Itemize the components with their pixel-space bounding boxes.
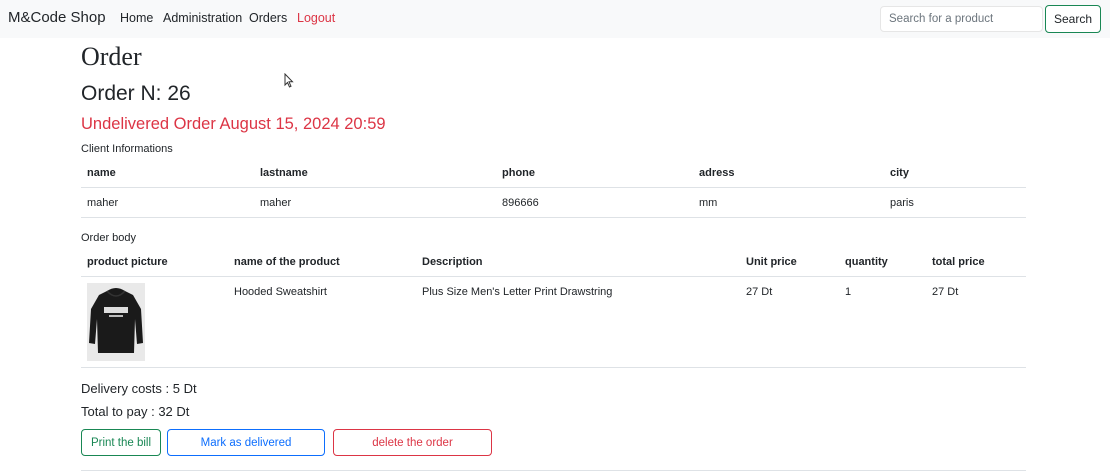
- client-header-lastname: lastname: [260, 167, 308, 179]
- delivery-costs: Delivery costs : 5 Dt: [81, 381, 197, 396]
- order-number: Order N: 26: [81, 82, 191, 105]
- order-status: Undelivered Order August 15, 2024 20:59: [81, 115, 386, 133]
- order-header-description: Description: [422, 256, 483, 268]
- table-divider: [81, 217, 1026, 218]
- product-unit-price: 27 Dt: [746, 286, 773, 298]
- delete-order-button[interactable]: delete the order: [333, 429, 492, 456]
- client-lastname: maher: [260, 197, 292, 209]
- mouse-cursor-icon: [284, 73, 294, 88]
- order-header-unit-price: Unit price: [746, 256, 797, 268]
- table-divider: [81, 367, 1026, 368]
- client-header-adress: adress: [699, 167, 735, 179]
- nav-home[interactable]: Home: [120, 11, 153, 25]
- brand-logo[interactable]: M&Code Shop: [8, 9, 106, 26]
- product-description: Plus Size Men's Letter Print Drawstring: [422, 286, 613, 298]
- client-header-name: name: [87, 167, 116, 179]
- search-button[interactable]: Search: [1045, 5, 1101, 33]
- table-divider: [81, 187, 1026, 188]
- client-name: maher: [87, 197, 119, 209]
- search-input[interactable]: [880, 6, 1043, 32]
- order-header-quantity: quantity: [845, 256, 888, 268]
- page-title: Order: [81, 42, 142, 71]
- nav-logout[interactable]: Logout: [297, 11, 335, 25]
- client-phone: 896666: [502, 197, 539, 209]
- product-quantity: 1: [845, 286, 852, 298]
- navbar: M&Code Shop Home Administration Orders L…: [0, 0, 1110, 38]
- product-name: Hooded Sweatshirt: [234, 286, 327, 298]
- client-adress: mm: [699, 197, 718, 209]
- client-header-phone: phone: [502, 167, 535, 179]
- client-info-label: Client Informations: [81, 143, 173, 155]
- nav-orders[interactable]: Orders: [249, 11, 287, 25]
- print-bill-button[interactable]: Print the bill: [81, 429, 161, 456]
- order-body-label: Order body: [81, 232, 137, 244]
- order-header-product-name: name of the product: [234, 256, 340, 268]
- table-divider: [81, 276, 1026, 277]
- order-header-picture: product picture: [87, 256, 168, 268]
- order-header-total-price: total price: [932, 256, 985, 268]
- product-image: [87, 283, 145, 361]
- mark-delivered-button[interactable]: Mark as delivered: [167, 429, 325, 456]
- client-header-city: city: [890, 167, 909, 179]
- product-total-price: 27 Dt: [932, 286, 959, 298]
- footer-divider: [81, 470, 1026, 471]
- total-to-pay: Total to pay : 32 Dt: [81, 404, 190, 419]
- nav-administration[interactable]: Administration: [163, 11, 242, 25]
- client-city: paris: [890, 197, 914, 209]
